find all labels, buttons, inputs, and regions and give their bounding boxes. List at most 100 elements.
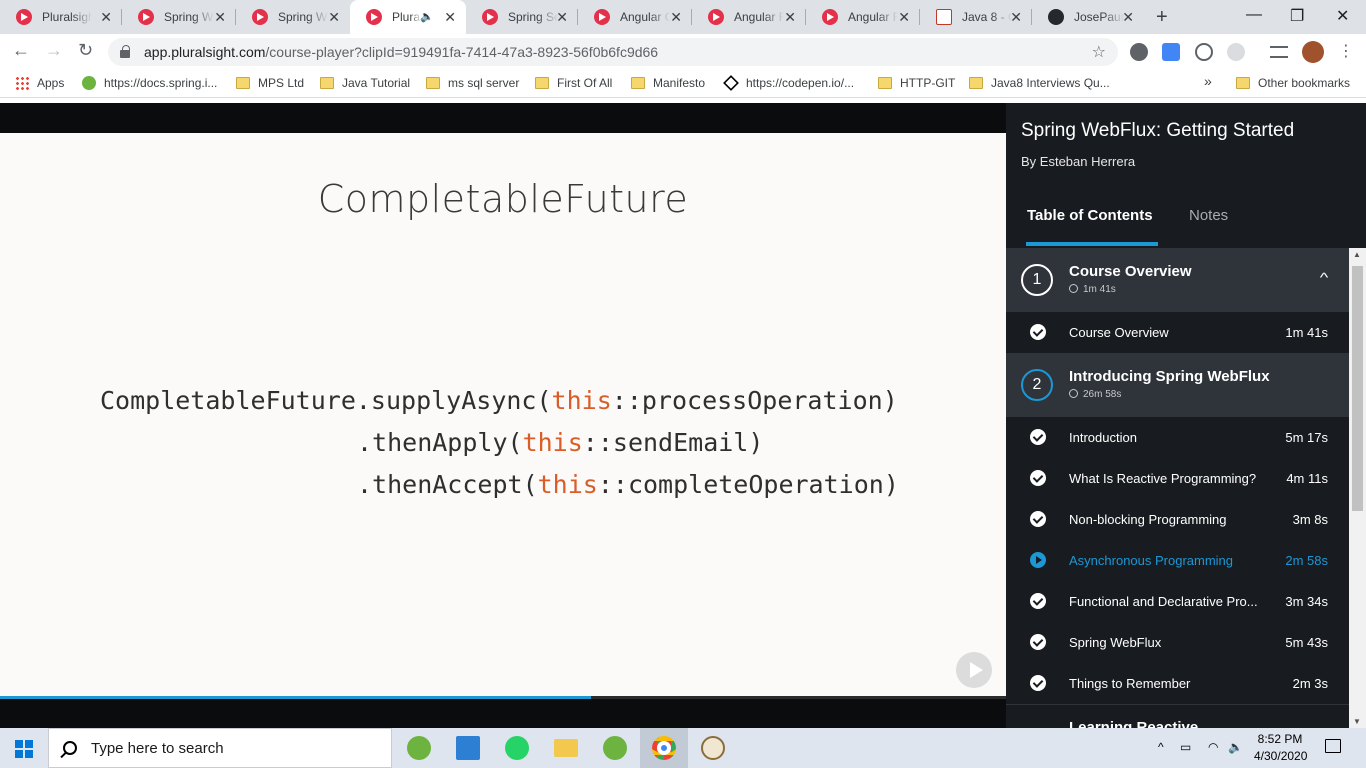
clip-item[interactable]: Introduction 5m 17s (1006, 417, 1349, 458)
battery-icon[interactable]: ▭ (1180, 740, 1191, 754)
clip-title: Functional and Declarative Pro... (1069, 594, 1258, 609)
clip-item[interactable]: Non-blocking Programming 3m 8s (1006, 499, 1349, 540)
forward-arrow-icon[interactable]: → (45, 40, 63, 61)
other-bookmarks[interactable]: Other bookmarks (1236, 76, 1350, 90)
bookmark-item[interactable]: HTTP-GIT (878, 76, 955, 90)
browser-tab[interactable]: Java 8 - C ✕ (920, 0, 1032, 34)
chevron-up-icon[interactable]: ^ (1320, 270, 1329, 285)
tray-chevron-up-icon[interactable]: ^ (1158, 740, 1164, 754)
file-explorer-app[interactable] (542, 728, 590, 768)
browser-tab[interactable]: Pluralsight ✕ (0, 0, 122, 34)
tab-notes[interactable]: Notes (1189, 207, 1228, 224)
taskbar-search-input[interactable]: Type here to search (48, 728, 392, 768)
browser-tab[interactable]: Spring We ✕ (122, 0, 236, 34)
close-icon[interactable]: ✕ (670, 9, 682, 26)
taskbar-clock[interactable]: 8:52 PM 4/30/2020 (1254, 731, 1307, 765)
browser-tab[interactable]: JosePaum ✕ (1032, 0, 1144, 34)
bookmark-item[interactable]: MPS Ltd (236, 76, 304, 90)
volume-icon[interactable]: 🔈 (1228, 740, 1243, 754)
spring-tool-suite-app[interactable] (395, 728, 443, 768)
window-close-button[interactable]: ✕ (1336, 6, 1349, 26)
media-control-icon[interactable] (1270, 46, 1288, 58)
bookmark-item[interactable]: First Of All (535, 76, 612, 90)
bookmark-item[interactable]: Java8 Interviews Qu... (969, 76, 1110, 90)
code-keyword: this (537, 470, 598, 499)
close-icon[interactable]: ✕ (1010, 9, 1022, 26)
scrollbar-thumb[interactable] (1352, 266, 1363, 511)
clip-item-current[interactable]: Asynchronous Programming 2m 58s (1006, 540, 1349, 581)
clip-item[interactable]: Course Overview 1m 41s (1006, 312, 1349, 353)
bookmark-star-icon[interactable]: ☆ (1092, 42, 1106, 62)
browser-tab[interactable]: Angular R ✕ (692, 0, 806, 34)
close-icon[interactable]: ✕ (328, 9, 340, 26)
reload-icon[interactable]: ↻ (78, 40, 93, 61)
speaker-icon[interactable]: 🔈 (420, 10, 434, 23)
spring-tool-suite-app[interactable] (591, 728, 639, 768)
menu-dots-icon[interactable]: ⋮ (1338, 41, 1354, 61)
minimize-button[interactable]: — (1246, 6, 1262, 24)
photos-app[interactable] (444, 728, 492, 768)
close-icon[interactable]: ✕ (1122, 9, 1134, 26)
clip-item[interactable]: What Is Reactive Programming? 4m 11s (1006, 458, 1349, 499)
close-icon[interactable]: ✕ (784, 9, 796, 26)
toc-scrollbar[interactable]: ▲ ▼ (1349, 248, 1366, 728)
whatsapp-app[interactable] (493, 728, 541, 768)
close-icon[interactable]: ✕ (444, 9, 456, 26)
address-bar[interactable]: app.pluralsight.com/course-player?clipId… (108, 38, 1118, 66)
check-icon (1030, 470, 1046, 486)
browser-tab[interactable]: Spring Se ✕ (466, 0, 578, 34)
avatar[interactable] (1302, 41, 1324, 63)
bookmark-label: Java Tutorial (342, 76, 411, 90)
browser-tab[interactable]: Angular F ✕ (806, 0, 920, 34)
windows-start-icon[interactable] (15, 740, 33, 758)
folder-icon (1236, 77, 1250, 89)
back-arrow-icon[interactable]: ← (12, 40, 30, 61)
url-text[interactable]: app.pluralsight.com/course-player?clipId… (144, 44, 658, 60)
module-title: Introducing Spring WebFlux (1069, 368, 1270, 385)
paint-app[interactable] (689, 728, 737, 768)
close-icon[interactable]: ✕ (556, 9, 568, 26)
video-progress-bar[interactable] (0, 696, 1006, 699)
new-tab-button[interactable]: + (1156, 6, 1168, 29)
tab-table-of-contents[interactable]: Table of Contents (1027, 207, 1153, 224)
translate-icon[interactable] (1162, 43, 1180, 61)
module-header[interactable]: 1 Course Overview 1m 41s ^ (1006, 248, 1349, 312)
bookmark-apps[interactable]: Apps (15, 76, 64, 90)
bookmark-item[interactable]: Java Tutorial (320, 76, 410, 90)
scroll-down-icon[interactable]: ▼ (1353, 717, 1361, 726)
clip-item[interactable]: Functional and Declarative Pro... 3m 34s (1006, 581, 1349, 622)
bookmark-item[interactable]: Manifesto (631, 76, 705, 90)
tab-title: Spring We (164, 10, 214, 24)
bookmark-item[interactable]: https://docs.spring.i... (82, 76, 217, 90)
scroll-up-icon[interactable]: ▲ (1353, 250, 1361, 259)
clip-duration: 2m 3s (1292, 676, 1328, 691)
restore-button[interactable]: ❐ (1290, 6, 1304, 26)
module-header[interactable]: Learning Reactive (1006, 704, 1349, 728)
clip-item[interactable]: Spring WebFlux 5m 43s (1006, 622, 1349, 663)
bookmarks-overflow-button[interactable]: » (1204, 73, 1212, 89)
close-icon[interactable]: ✕ (898, 9, 910, 26)
bookmark-item[interactable]: https://codepen.io/... (723, 75, 854, 91)
close-icon[interactable]: ✕ (100, 9, 112, 26)
extension-icon[interactable] (1195, 43, 1213, 61)
extension-moon-icon[interactable] (1130, 43, 1148, 61)
extension-icon[interactable] (1227, 43, 1245, 61)
browser-tab-active[interactable]: Plura 🔈 ✕ (350, 0, 466, 34)
lock-icon[interactable] (120, 45, 130, 58)
video-player[interactable]: CompletableFuture CompletableFuture.supp… (0, 103, 1006, 728)
notifications-icon[interactable] (1325, 739, 1341, 753)
close-icon[interactable]: ✕ (214, 9, 226, 26)
play-overlay-icon[interactable] (956, 652, 992, 688)
wifi-icon[interactable]: ◠ (1208, 740, 1218, 754)
module-header[interactable]: 2 Introducing Spring WebFlux 26m 58s (1006, 353, 1349, 417)
pluralsight-icon (708, 9, 724, 25)
table-of-contents: 1 Course Overview 1m 41s ^ Course Overvi… (1006, 248, 1349, 728)
code-keyword: this (551, 386, 612, 415)
browser-tab-strip: Pluralsight ✕ Spring We ✕ Spring We ✕ Pl… (0, 0, 1366, 34)
browser-tab[interactable]: Spring We ✕ (236, 0, 350, 34)
clip-item[interactable]: Things to Remember 2m 3s (1006, 663, 1349, 704)
browser-tab[interactable]: Angular C ✕ (578, 0, 692, 34)
bookmark-item[interactable]: ms sql server (426, 76, 519, 90)
folder-icon (236, 77, 250, 89)
chrome-app[interactable] (640, 728, 688, 768)
